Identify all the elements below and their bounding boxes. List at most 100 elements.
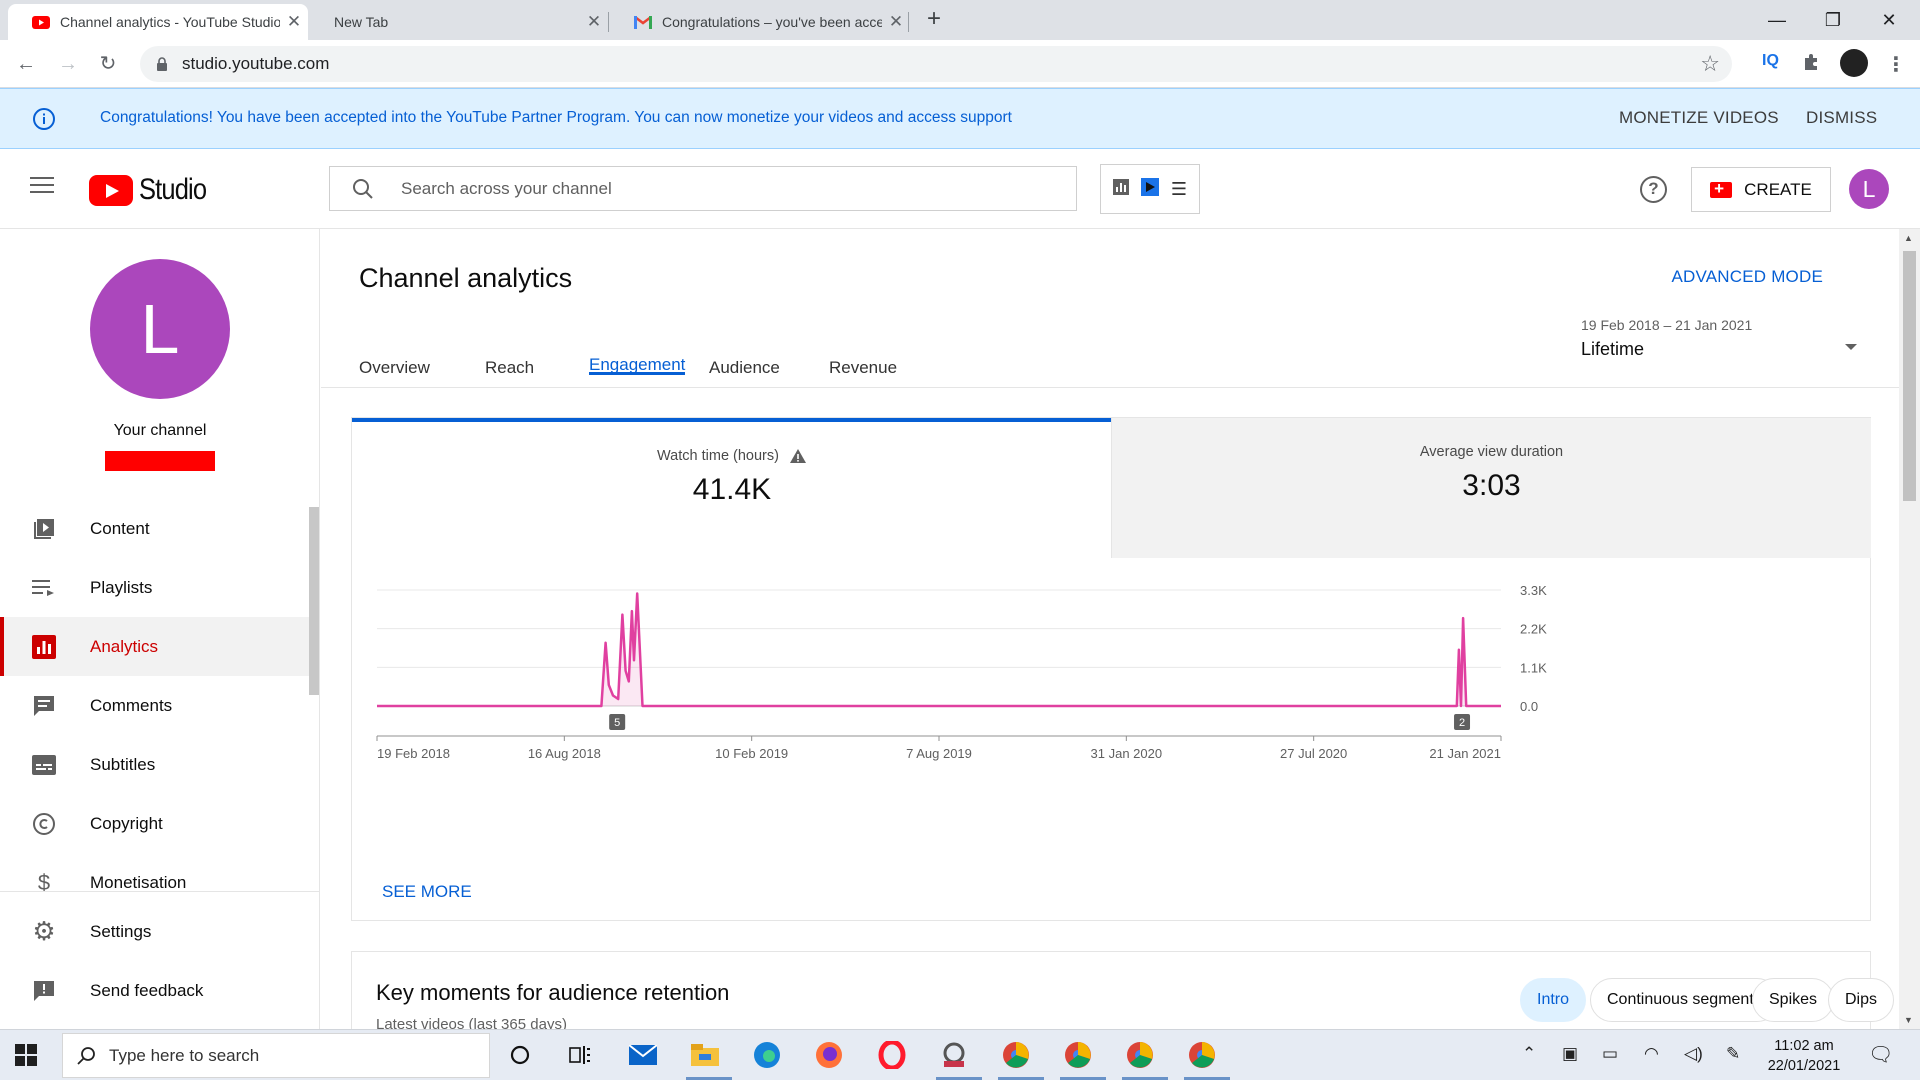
metric-value: 41.4K [692, 473, 772, 506]
chrome-profile-3-icon[interactable] [1124, 1039, 1156, 1071]
monetize-videos-button[interactable]: MONETIZE VIDEOS [1619, 108, 1779, 128]
x-tick-label: 16 Aug 2018 [528, 746, 601, 761]
date-range-text[interactable]: 19 Feb 2018 – 21 Jan 2021 [1581, 317, 1752, 333]
hamburger-menu-icon[interactable] [30, 177, 54, 197]
scrollbar-thumb[interactable] [1903, 251, 1916, 501]
page-scrollbar[interactable]: ▲ ▼ [1899, 229, 1920, 1029]
tab-engagement[interactable]: Engagement [589, 309, 686, 375]
sidebar-item-subtitles[interactable]: Subtitles [0, 735, 310, 794]
sidebar-item-comments[interactable]: Comments [0, 676, 310, 735]
chevron-down-icon[interactable] [1845, 344, 1857, 350]
metric-watch-time[interactable]: Watch time (hours) 41.4K [352, 418, 1112, 558]
sidebar-item-copyright[interactable]: Copyright [0, 794, 310, 853]
pen-workspace-icon[interactable]: ✎ [1726, 1044, 1740, 1064]
metric-label: Average view duration [1419, 444, 1564, 460]
url-field[interactable]: studio.youtube.com ☆ [140, 46, 1732, 82]
tab-title: Channel analytics - YouTube Studio [60, 14, 280, 30]
tab-reach[interactable]: Reach [485, 309, 534, 377]
sidebar-item-playlists[interactable]: Playlists [0, 558, 310, 617]
profile-avatar-icon[interactable] [1840, 49, 1868, 77]
metric-value: 3:03 [1462, 469, 1521, 502]
close-tab-icon[interactable]: ✕ [580, 12, 608, 32]
browser-tab-studio[interactable]: Channel analytics - YouTube Studio ✕ [8, 4, 308, 40]
chip-intro[interactable]: Intro [1520, 978, 1587, 1022]
dismiss-button[interactable]: DISMISS [1806, 108, 1877, 128]
browser-menu-icon[interactable]: ⋮ [1886, 52, 1906, 76]
playlists-icon [30, 574, 58, 602]
monetisation-icon: $ [37, 869, 51, 895]
studio-logo[interactable]: Studio [89, 173, 218, 207]
help-icon[interactable]: ? [1640, 176, 1667, 203]
iq-extension-icon[interactable]: IQ [1762, 52, 1779, 76]
chip-spikes[interactable]: Spikes [1752, 978, 1835, 1022]
see-more-link[interactable]: SEE MORE [382, 882, 472, 902]
reload-button[interactable]: ↻ [94, 50, 122, 78]
forward-button[interactable]: → [54, 50, 82, 78]
cortana-icon[interactable] [504, 1039, 536, 1071]
taskbar-clock[interactable]: 11:02 am 22/01/2021 [1762, 1036, 1846, 1076]
warning-icon[interactable] [789, 448, 807, 464]
firefox-icon[interactable] [813, 1039, 845, 1071]
list-extension-icon[interactable]: ☰ [1171, 179, 1187, 200]
close-window-button[interactable]: ✕ [1862, 0, 1916, 40]
sidebar-item-label: Send feedback [90, 980, 204, 1000]
snipping-tool-icon[interactable] [938, 1039, 970, 1071]
sidebar-scrollbar[interactable] [309, 507, 319, 695]
stats-extension-icon[interactable] [1112, 178, 1129, 200]
minimize-button[interactable]: — [1750, 0, 1804, 40]
chrome-profile-2-icon[interactable] [1062, 1039, 1094, 1071]
mail-icon[interactable] [627, 1039, 659, 1071]
date-preset-select[interactable]: Lifetime [1581, 339, 1644, 360]
sidebar-item-send-feedback[interactable]: Send feedback [0, 961, 310, 1020]
create-button[interactable]: CREATE [1691, 167, 1831, 212]
lock-icon [157, 57, 167, 71]
scroll-down-icon[interactable]: ▼ [1904, 1015, 1913, 1025]
back-button[interactable]: ← [12, 50, 40, 78]
your-channel-label[interactable]: Your channel [0, 422, 319, 440]
close-tab-icon[interactable]: ✕ [280, 12, 308, 32]
new-tab-button[interactable]: + [920, 6, 948, 34]
browser-tab-gmail[interactable]: Congratulations – you've been accepted ✕ [610, 4, 910, 40]
volume-icon[interactable]: ◁) [1684, 1044, 1703, 1064]
video-extension-icon[interactable] [1140, 177, 1159, 201]
tab-overview[interactable]: Overview [359, 309, 430, 377]
show-hidden-icons-icon[interactable]: ⌃ [1522, 1044, 1536, 1064]
channel-search-input[interactable]: Search across your channel [329, 166, 1077, 211]
chrome-profile-4-icon[interactable] [1186, 1039, 1218, 1071]
tab-audience[interactable]: Audience [709, 309, 780, 377]
logo-text: Studio [139, 173, 207, 206]
account-avatar[interactable]: L [1849, 169, 1889, 209]
extensions-puzzle-icon[interactable] [1802, 52, 1822, 76]
notifications-icon[interactable]: 🗨 [1868, 1042, 1893, 1067]
restore-button[interactable]: ❐ [1806, 0, 1860, 40]
advanced-mode-link[interactable]: ADVANCED MODE [1671, 267, 1823, 287]
chrome-profile-1-icon[interactable] [1000, 1039, 1032, 1071]
create-label: CREATE [1744, 179, 1812, 199]
tab-revenue[interactable]: Revenue [829, 309, 897, 377]
channel-avatar[interactable]: L [90, 259, 230, 399]
metric-average-view-duration[interactable]: Average view duration 3:03 [1111, 418, 1871, 558]
sidebar-item-content[interactable]: Content [0, 499, 310, 558]
sidebar-item-analytics[interactable]: Analytics [0, 617, 310, 676]
feedback-icon [30, 977, 58, 1005]
chip-dips[interactable]: Dips [1828, 978, 1895, 1022]
windows-start-icon[interactable] [14, 1043, 38, 1067]
sidebar: L Your channel Content Playlists Analyti… [0, 229, 320, 1029]
chip-continuous-segments[interactable]: Continuous segments [1590, 978, 1779, 1022]
bookmark-star-icon[interactable]: ☆ [1700, 51, 1720, 77]
scroll-up-icon[interactable]: ▲ [1904, 233, 1913, 243]
opera-icon[interactable] [876, 1039, 908, 1071]
wifi-icon[interactable]: ◠ [1644, 1044, 1659, 1064]
battery-icon[interactable]: ▭ [1602, 1044, 1618, 1064]
browser-tab-newtab[interactable]: New Tab ✕ [308, 4, 608, 40]
close-tab-icon[interactable]: ✕ [882, 12, 910, 32]
clock-time: 11:02 am [1774, 1038, 1834, 1054]
taskbar-search-input[interactable]: Type here to search [62, 1033, 490, 1078]
x-tick-label: 27 Jul 2020 [1280, 746, 1347, 761]
file-explorer-icon[interactable] [689, 1039, 721, 1071]
sidebar-item-settings[interactable]: ⚙ Settings [0, 902, 310, 961]
edge-icon[interactable] [751, 1039, 783, 1071]
task-view-icon[interactable] [564, 1039, 596, 1071]
analytics-icon [30, 633, 58, 661]
meet-now-icon[interactable]: ▣ [1562, 1044, 1578, 1064]
